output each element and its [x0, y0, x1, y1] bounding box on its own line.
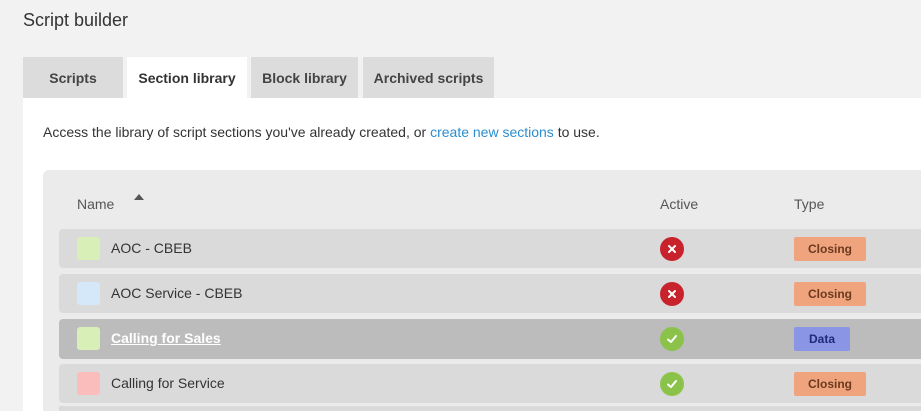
tab-block-library[interactable]: Block library: [251, 57, 358, 98]
tab-scripts[interactable]: Scripts: [23, 57, 123, 98]
section-name: AOC - CBEB: [111, 240, 192, 256]
tab-section-library[interactable]: Section library: [127, 57, 247, 98]
column-header-name[interactable]: Name: [77, 196, 114, 212]
table-row[interactable]: AOC Service - CBEB Closing: [59, 274, 921, 313]
type-badge: Closing: [794, 372, 866, 396]
x-icon: [668, 290, 676, 298]
type-badge: Data: [794, 327, 850, 351]
section-color-swatch: [77, 327, 100, 350]
tab-section-library-label: Section library: [138, 69, 236, 86]
tab-scripts-label: Scripts: [49, 69, 97, 86]
inactive-status-icon: [660, 237, 684, 261]
column-header-name-label: Name: [77, 196, 115, 212]
tab-block-library-label: Block library: [262, 69, 347, 86]
type-badge: Closing: [794, 282, 866, 306]
tab-archived-scripts-label: Archived scripts: [373, 69, 484, 86]
create-new-sections-link[interactable]: create new sections: [430, 124, 554, 140]
table-row[interactable]: Calling for Service Closing: [59, 364, 921, 403]
page-title: Script builder: [23, 10, 129, 30]
inactive-status-icon: [660, 282, 684, 306]
type-badge: Closing: [794, 237, 866, 261]
column-header-type[interactable]: Type: [794, 196, 824, 212]
column-header-active[interactable]: Active: [660, 196, 698, 212]
section-name: Calling for Service: [111, 375, 225, 391]
tab-archived-scripts[interactable]: Archived scripts: [363, 57, 494, 98]
section-name-link[interactable]: Calling for Sales: [111, 330, 221, 346]
sort-ascending-icon[interactable]: [134, 194, 144, 200]
active-status-icon: [660, 327, 684, 351]
table-row-selected[interactable]: Calling for Sales Data: [59, 319, 921, 359]
description-prefix: Access the library of script sections yo…: [43, 124, 431, 140]
table-row[interactable]: AOC - CBEB Closing: [59, 229, 921, 268]
library-description: Access the library of script sections yo…: [43, 124, 600, 140]
sections-table: Name Active Type AOC - CBEB Closing AOC …: [43, 170, 921, 411]
section-name: AOC Service - CBEB: [111, 285, 243, 301]
active-status-icon: [660, 372, 684, 396]
check-icon: [667, 380, 677, 388]
section-color-swatch: [77, 282, 100, 305]
table-row-partial: [59, 406, 921, 411]
section-library-panel: Access the library of script sections yo…: [23, 98, 921, 411]
section-color-swatch: [77, 237, 100, 260]
check-icon: [667, 335, 677, 343]
x-icon: [668, 245, 676, 253]
section-color-swatch: [77, 372, 100, 395]
description-suffix: to use.: [553, 124, 600, 140]
